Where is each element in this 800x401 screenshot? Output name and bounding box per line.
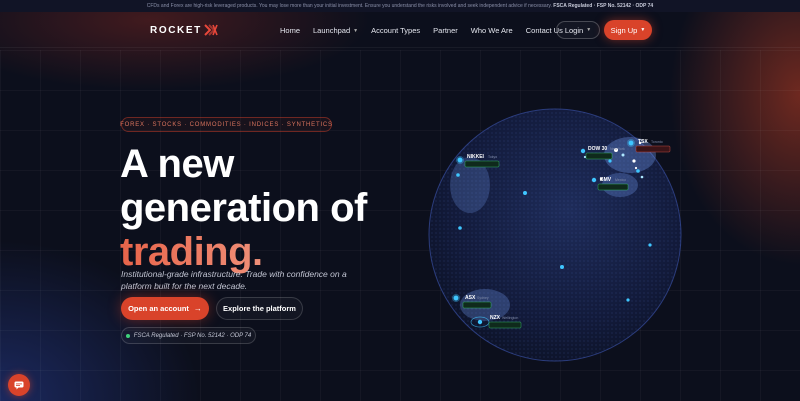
signup-label: Sign Up bbox=[610, 25, 638, 35]
regulation-badge: FSCA Regulated · FSP No. 52142 · ODP 74 bbox=[121, 327, 256, 344]
marker-tsx-ticker bbox=[635, 145, 671, 153]
marker-nikkei-name: NIKKEI bbox=[467, 154, 485, 160]
login-label: Login bbox=[564, 25, 584, 35]
chat-icon bbox=[14, 381, 24, 389]
marker-dow-ticker bbox=[585, 152, 613, 160]
open-account-button[interactable]: Open an account → bbox=[121, 297, 209, 320]
login-button[interactable]: Login ▼ bbox=[556, 21, 600, 39]
risk-disclaimer-bar: CFDs and Forex are high-risk leveraged p… bbox=[0, 0, 800, 12]
nav-launchpad-label: Launchpad bbox=[313, 26, 351, 35]
nav-who-we-are-label: Who We Are bbox=[470, 26, 513, 35]
nav-home[interactable]: Home bbox=[280, 26, 300, 35]
chevron-down-icon: ▼ bbox=[586, 27, 592, 33]
nav-home-label: Home bbox=[280, 26, 301, 35]
headline-line-2: generation of bbox=[120, 186, 367, 230]
disclaimer-text: CFDs and Forex are high-risk leveraged p… bbox=[146, 3, 552, 9]
marker-asx-city: Sydney bbox=[477, 296, 489, 300]
chat-button[interactable] bbox=[8, 374, 30, 396]
hero-subtitle: Institutional-grade infrastructure. Trad… bbox=[121, 269, 347, 291]
marker-nikkei-ticker bbox=[464, 160, 500, 168]
marker-nikkei-city: Tokyo bbox=[488, 155, 497, 159]
main-menu: Home Launchpad ▼ Account Types Partner Wh… bbox=[280, 26, 576, 35]
rocket-x-icon bbox=[204, 24, 218, 36]
marker-bmv-ticker bbox=[597, 183, 629, 191]
headline-line-1: A new bbox=[120, 142, 234, 186]
explore-platform-label: Explore the platform bbox=[223, 304, 296, 313]
marker-nzx-name: NZX bbox=[490, 315, 501, 321]
marker-asx-name: ASX bbox=[465, 295, 476, 301]
nav-account-types[interactable]: Account Types bbox=[371, 26, 420, 35]
marker-nzx-city: Wellington bbox=[502, 316, 518, 320]
chevron-down-icon: ▼ bbox=[640, 27, 646, 33]
disclaimer-regulation: FSCA Regulated · FSP No. 52142 · ODP 74 bbox=[553, 3, 654, 9]
brand-name: ROCKET bbox=[150, 24, 202, 36]
marker-tsx-name: TSX bbox=[638, 139, 648, 145]
rocket-logo[interactable]: ROCKET bbox=[150, 24, 218, 36]
marker-nzx-ticker bbox=[488, 321, 522, 329]
nav-launchpad[interactable]: Launchpad ▼ bbox=[313, 26, 358, 35]
marker-asx-ticker bbox=[462, 301, 492, 309]
world-globe: TSX Toronto NIKKEI Tokyo DOW 30 New York… bbox=[428, 108, 682, 362]
nav-who-we-are[interactable]: Who We Are bbox=[471, 26, 513, 35]
explore-platform-button[interactable]: Explore the platform bbox=[216, 297, 303, 320]
signup-button[interactable]: Sign Up ▼ bbox=[604, 20, 652, 40]
marker-bmv-name: BMV bbox=[600, 177, 612, 183]
nav-partner[interactable]: Partner bbox=[433, 26, 458, 35]
nav-partner-label: Partner bbox=[433, 26, 458, 35]
regulation-text: FSCA Regulated · FSP No. 52142 · ODP 74 bbox=[133, 332, 252, 339]
top-navigation: ROCKET Home Launchpad ▼ Account Types Par… bbox=[0, 12, 800, 48]
markets-pill: FOREX · STOCKS · COMMODITIES · INDICES ·… bbox=[120, 117, 332, 132]
marker-dow-city: New York bbox=[610, 147, 625, 151]
marker-dow-name: DOW 30 bbox=[588, 146, 607, 152]
marker-bmv-city: Mexico bbox=[615, 178, 626, 182]
marker-tsx-city: Toronto bbox=[651, 140, 663, 144]
hero-headline: A new generation of trading. bbox=[120, 142, 367, 274]
chevron-down-icon: ▼ bbox=[353, 27, 359, 34]
nav-account-types-label: Account Types bbox=[371, 26, 421, 35]
open-account-label: Open an account bbox=[128, 304, 189, 313]
arrow-right-icon: → bbox=[193, 304, 202, 313]
status-dot bbox=[125, 333, 130, 338]
